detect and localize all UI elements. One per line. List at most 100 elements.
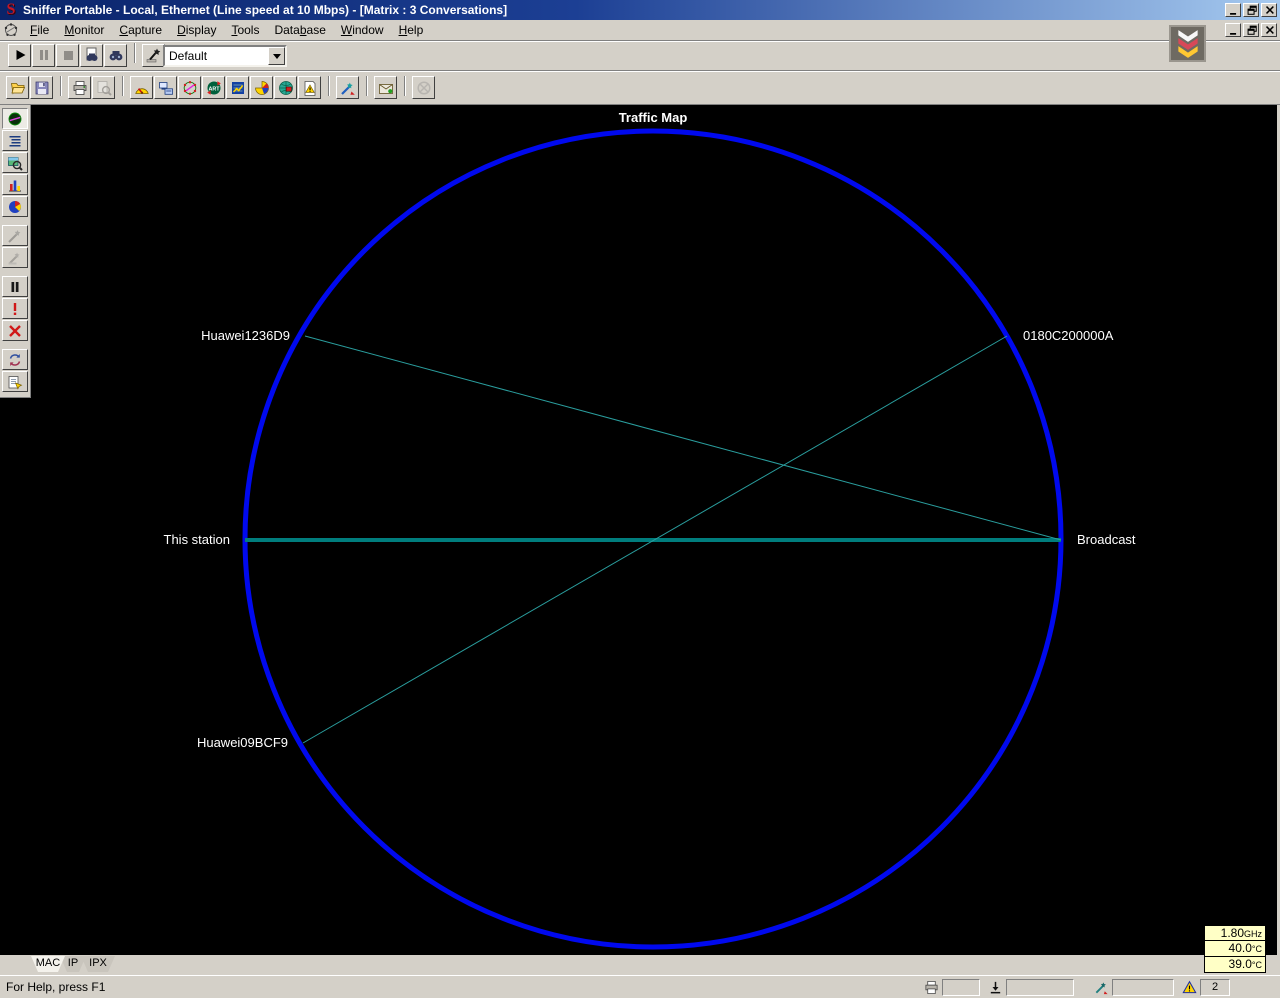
restore-button[interactable] (1243, 23, 1259, 37)
protocol-distribution-button[interactable] (250, 76, 273, 99)
status-panels: 2 (924, 978, 1230, 996)
pause-capture-button[interactable] (32, 43, 55, 67)
host-table-button[interactable] (154, 76, 177, 99)
print-icon (72, 80, 88, 96)
capture-status-icon (988, 980, 1003, 995)
stop-and-display-icon (84, 47, 100, 63)
menu-display[interactable]: Display (170, 21, 224, 39)
protocol-tabs: MAC IP IPX (31, 955, 115, 972)
chevrons-icon (1177, 29, 1198, 58)
app-window: S Sniffer Portable - Local, Ethernet (Li… (0, 0, 1280, 998)
node-label-huawei1236d9[interactable]: Huawei1236D9 (201, 329, 290, 343)
pause-view-button[interactable] (2, 276, 28, 297)
menu-tools[interactable]: Tools (224, 21, 267, 39)
open-file-button[interactable] (6, 76, 29, 99)
sysmon-unit: °C (1251, 960, 1262, 970)
alarm-status-icon (1182, 980, 1197, 995)
bar-chart-icon (7, 177, 23, 193)
menu-database[interactable]: Database (267, 21, 333, 39)
close-button[interactable] (1261, 3, 1277, 17)
decode-button[interactable] (374, 76, 397, 99)
save-file-icon (34, 80, 50, 96)
tab-ipx[interactable]: IPX (81, 956, 115, 972)
alarm-log-icon (302, 80, 318, 96)
define-filter-button[interactable] (142, 43, 165, 67)
cancel-x-button[interactable] (2, 320, 28, 341)
menu-monitor[interactable]: Monitor (57, 21, 112, 39)
alarm-exclaim-button[interactable] (2, 298, 28, 319)
close-button[interactable] (1261, 23, 1277, 37)
print-button[interactable] (68, 76, 91, 99)
matrix-button[interactable] (178, 76, 201, 99)
cancel-x-icon (7, 323, 23, 339)
bar-chart-button[interactable] (2, 174, 28, 195)
profile-combo-value: Default (169, 49, 208, 63)
stop-capture-button[interactable] (56, 43, 79, 67)
tab-label: IP (67, 957, 79, 969)
sysmon-value: 1.80 (1220, 926, 1244, 940)
sniffer-chevron-logo[interactable] (1169, 25, 1206, 62)
history-samples-icon (230, 80, 246, 96)
menu-capture[interactable]: Capture (112, 21, 170, 39)
outline-list-button[interactable] (2, 130, 28, 151)
stop-disabled-icon (416, 80, 432, 96)
open-file-icon (10, 80, 26, 96)
stop-disabled-button[interactable] (412, 76, 435, 99)
sysmon-row: 39.0°C (1204, 957, 1266, 973)
print-preview-button[interactable] (92, 76, 115, 99)
toolbar-separator (328, 75, 330, 96)
history-samples-button[interactable] (226, 76, 249, 99)
combo-dropdown-button[interactable] (268, 47, 285, 65)
capture-panel-button[interactable] (336, 76, 359, 99)
tab-label: MAC (35, 957, 61, 969)
properties-button[interactable] (2, 371, 28, 392)
profile-combo[interactable]: Default (163, 45, 287, 67)
matrix-child-icon[interactable] (3, 22, 19, 38)
node-label-broadcast[interactable]: Broadcast (1077, 533, 1136, 547)
zoom-view-icon (7, 155, 23, 171)
main-toolbar: Default (0, 40, 1280, 70)
tools-toolbar: ART (0, 70, 1280, 105)
window-controls (1225, 3, 1277, 17)
alarm-log-button[interactable] (298, 76, 321, 99)
update-arrows-button[interactable] (2, 349, 28, 370)
display-capture-button[interactable] (104, 43, 127, 67)
printer-status-field (942, 978, 980, 996)
stop-and-display-button[interactable] (80, 43, 103, 67)
traffic-map-button[interactable] (2, 108, 28, 129)
start-capture-icon (12, 47, 28, 63)
sysmon-row: 40.0°C (1204, 941, 1266, 957)
capture-filter-button[interactable] (2, 247, 28, 268)
restore-button[interactable] (1243, 3, 1259, 17)
dashboard-icon (134, 80, 150, 96)
save-file-button[interactable] (30, 76, 53, 99)
stop-capture-icon (60, 47, 76, 63)
matrix-view: Traffic Map Huawei1236D9 0180C200000A This… (0, 105, 1280, 955)
node-label-huawei09bcf9[interactable]: Huawei09BCF9 (197, 736, 288, 750)
menu-help[interactable]: Help (392, 21, 432, 39)
pie-chart-button[interactable] (2, 196, 28, 217)
art-button[interactable]: ART (202, 76, 225, 99)
pause-capture-icon (36, 47, 52, 63)
mdi-window-controls (1225, 23, 1277, 37)
global-statistics-button[interactable] (274, 76, 297, 99)
dashboard-button[interactable] (130, 76, 153, 99)
zoom-view-button[interactable] (2, 152, 28, 173)
view-toolbar (0, 105, 31, 398)
tab-mac[interactable]: MAC (31, 956, 65, 972)
status-help-text: For Help, press F1 (6, 980, 106, 994)
node-label-this-station[interactable]: This station (164, 533, 230, 547)
minimize-button[interactable] (1225, 3, 1241, 17)
menu-file[interactable]: File (23, 21, 57, 39)
menu-window[interactable]: Window (334, 21, 392, 39)
node-label-0180c200000a[interactable]: 0180C200000A (1023, 329, 1113, 343)
system-monitor-overlay: 1.80GHz 40.0°C 39.0°C (1204, 925, 1266, 973)
expert-wand-button[interactable] (2, 225, 28, 246)
start-capture-button[interactable] (8, 43, 31, 67)
properties-icon (7, 374, 23, 390)
capture-buttons (8, 43, 166, 68)
conversation-line-huawei1236d9-broadcast[interactable] (304, 335, 1062, 541)
toolbar-separator (122, 75, 124, 96)
minimize-button[interactable] (1225, 23, 1241, 37)
tab-label: IPX (89, 957, 107, 969)
